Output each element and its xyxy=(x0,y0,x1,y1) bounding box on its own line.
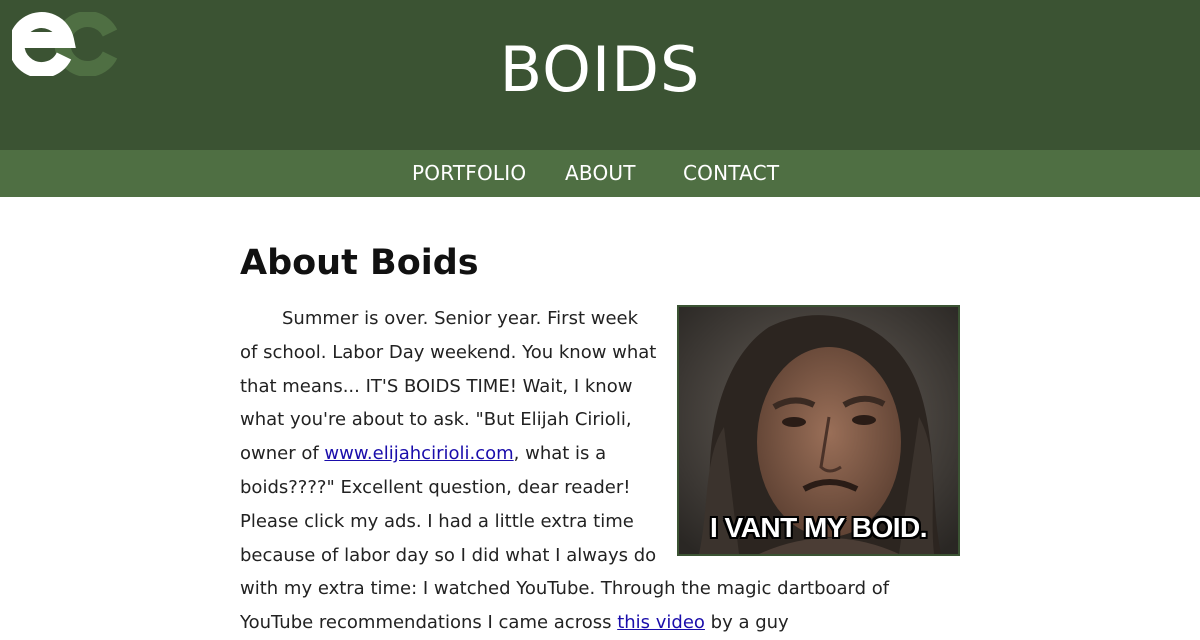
nav-item-portfolio[interactable]: PORTFOLIO xyxy=(412,150,526,197)
site-header: BOIDS xyxy=(0,0,1200,150)
site-title: BOIDS xyxy=(499,33,701,106)
main-nav: PORTFOLIO ABOUT CONTACT xyxy=(0,150,1200,197)
paragraph-text: by a guy xyxy=(704,612,789,634)
meme-image: I VANT MY BOID. xyxy=(677,305,960,556)
page-title: About Boids xyxy=(240,243,479,283)
nav-item-contact[interactable]: CONTACT xyxy=(683,150,779,197)
meme-caption: I VANT MY BOID. xyxy=(709,512,928,543)
website-link[interactable]: www.elijahcirioli.com xyxy=(324,443,513,464)
video-link[interactable]: this video xyxy=(617,612,705,633)
paragraph-text: Summer is over. Senior year. First week … xyxy=(240,308,657,465)
nav-item-about[interactable]: ABOUT xyxy=(565,150,636,197)
article: About Boids I VANT MY BOID. Summer is ov… xyxy=(240,197,960,640)
